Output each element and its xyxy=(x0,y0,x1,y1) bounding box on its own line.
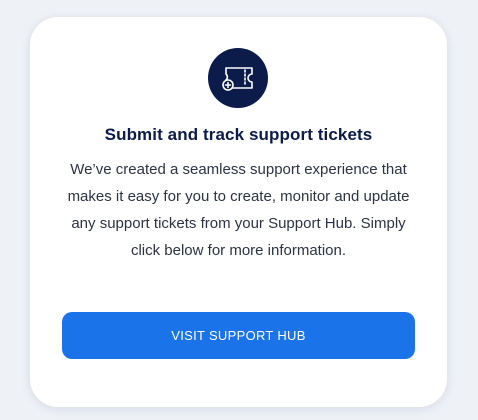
card-title: Submit and track support tickets xyxy=(104,125,373,144)
support-tickets-card: Submit and track support tickets We’ve c… xyxy=(30,17,447,407)
card-description: We’ve created a seamless support experie… xyxy=(67,161,410,259)
support-ticket-icon xyxy=(208,48,268,108)
visit-support-hub-button[interactable]: VISIT SUPPORT HUB xyxy=(62,312,415,359)
